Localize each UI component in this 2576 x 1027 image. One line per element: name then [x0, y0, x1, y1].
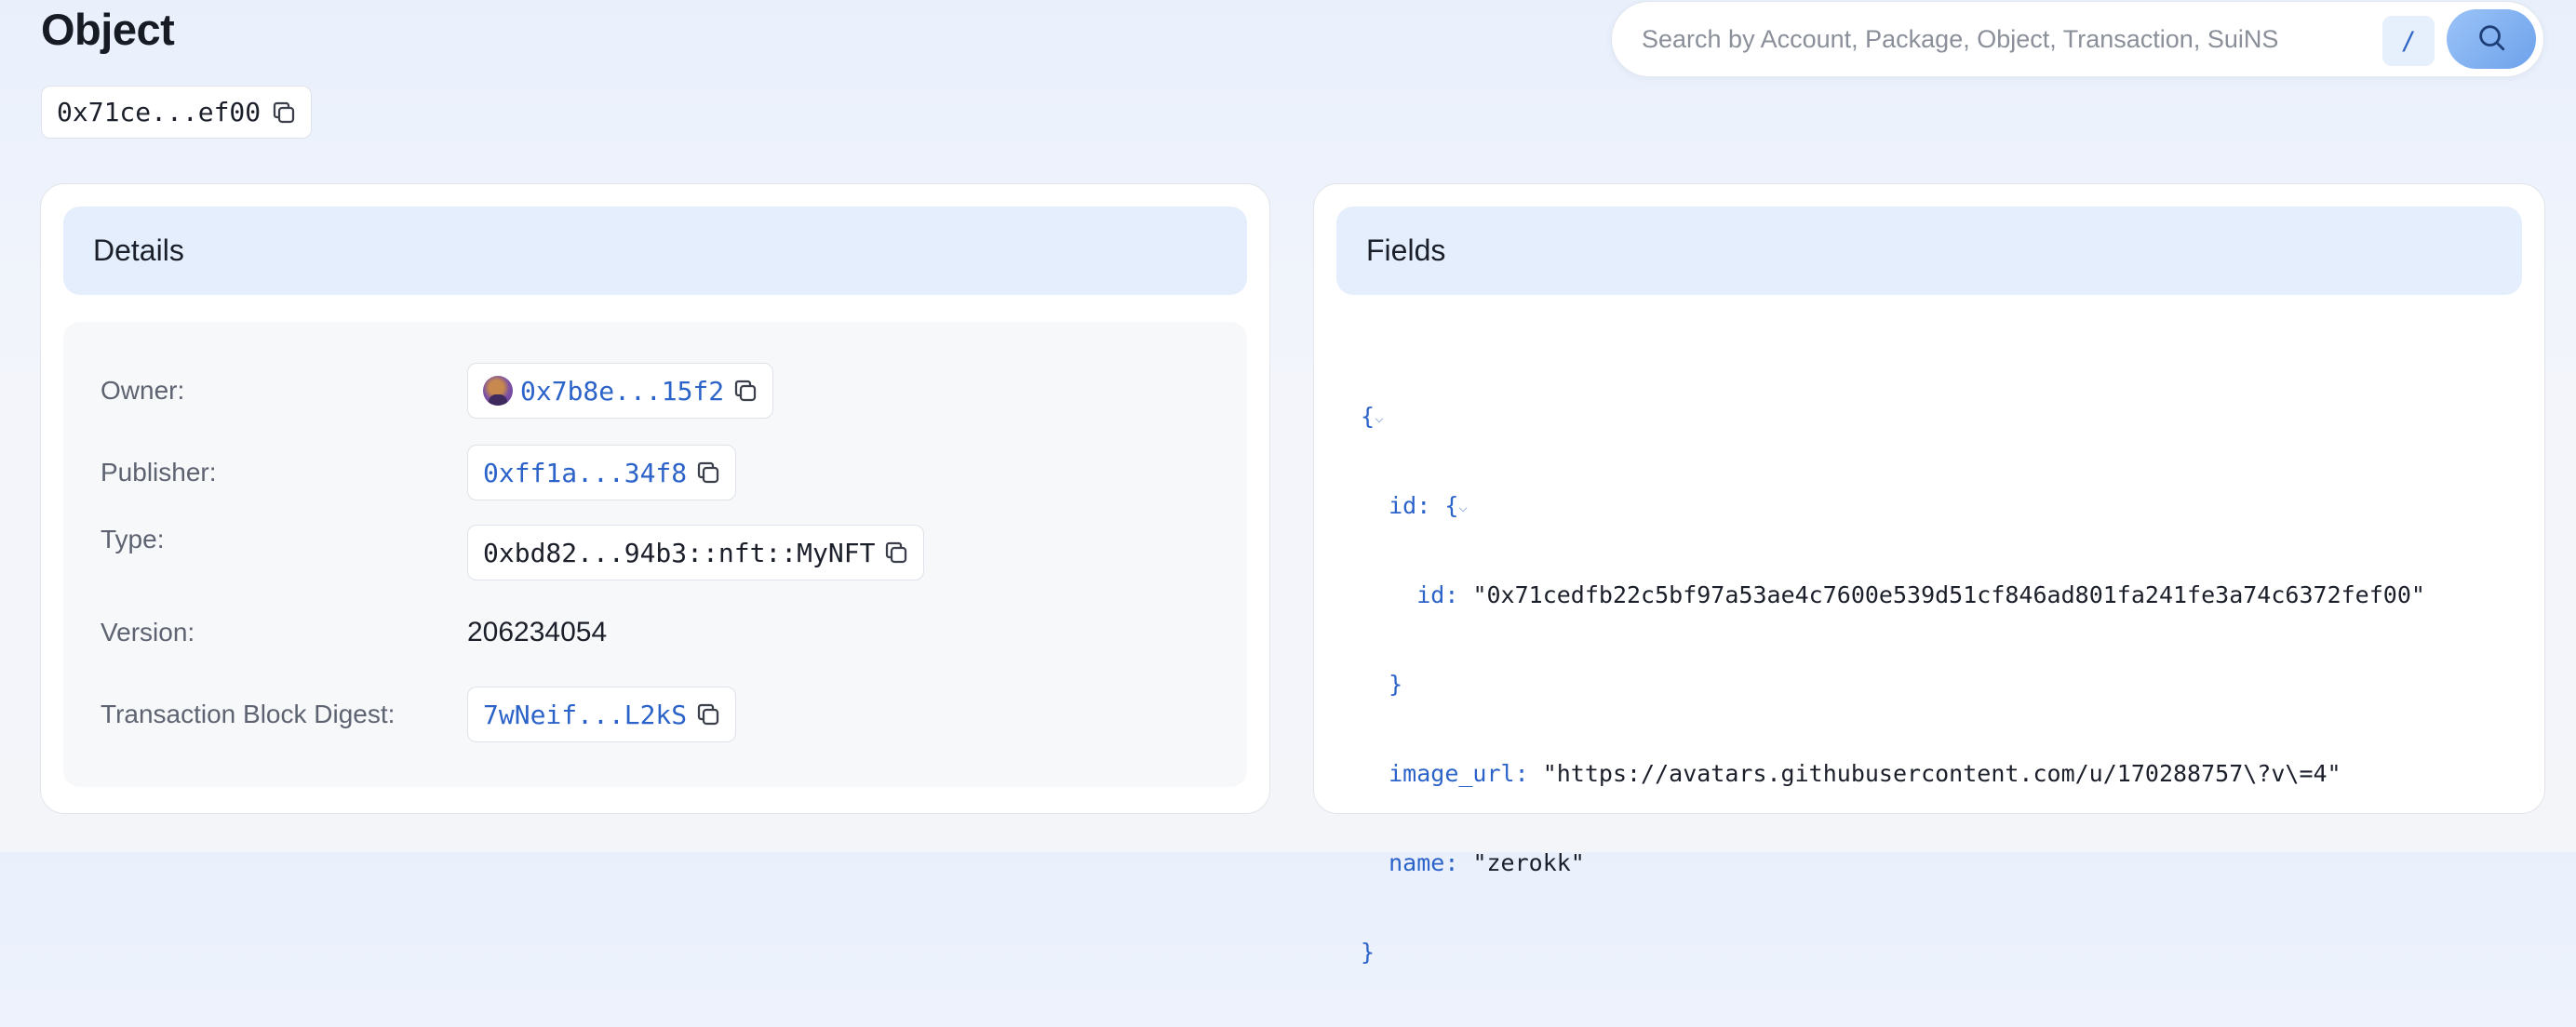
type-value: 0xbd82...94b3::nft::MyNFT: [483, 537, 876, 568]
copy-icon[interactable]: [694, 700, 722, 728]
digest-row: Transaction Block Digest: 7wNeif...L2kS: [63, 687, 1247, 742]
json-key-image-url: image_url: [1389, 760, 1515, 787]
json-value-inner-id: "0x71cedfb22c5bf97a53ae4c7600e539d51cf84…: [1472, 581, 2425, 608]
chevron-down-icon[interactable]: ⌵: [1458, 498, 1468, 515]
fields-header: Fields: [1336, 207, 2522, 295]
version-label: Version:: [101, 618, 195, 647]
digest-label: Transaction Block Digest:: [101, 700, 396, 728]
search-button[interactable]: [2447, 9, 2536, 69]
owner-avatar: [483, 376, 513, 406]
owner-row: Owner: 0x7b8e...15f2: [63, 363, 1247, 419]
json-key-id: id: [1389, 492, 1417, 519]
type-row: Type: 0xbd82...94b3::nft::MyNFT: [63, 525, 1247, 580]
json-key-inner-id: id: [1416, 581, 1445, 608]
publisher-row: Publisher: 0xff1a...34f8: [63, 445, 1247, 500]
copy-icon[interactable]: [882, 539, 910, 567]
publisher-link[interactable]: 0xff1a...34f8: [483, 458, 687, 488]
search-bar: /: [1611, 1, 2544, 77]
chevron-down-icon[interactable]: ⌵: [1375, 408, 1384, 426]
search-icon: [2475, 21, 2507, 58]
details-header: Details: [63, 207, 1247, 295]
json-id-close-brace: }: [1389, 671, 1403, 698]
publisher-label: Publisher:: [101, 458, 217, 487]
json-open-brace: {: [1361, 403, 1375, 430]
copy-icon[interactable]: [270, 99, 298, 127]
details-body: Owner: 0x7b8e...15f2 Publisher: 0xff1a..…: [63, 322, 1247, 787]
digest-chip: 7wNeif...L2kS: [467, 687, 737, 742]
copy-icon[interactable]: [731, 377, 759, 405]
json-value-image-url: "https://avatars.githubusercontent.com/u…: [1542, 760, 2341, 787]
details-card: Details Owner: 0x7b8e...15f2 Publisher: …: [40, 183, 1270, 814]
json-value-name: "zerokk": [1472, 849, 1585, 876]
object-id: 0x71ce...ef00: [57, 97, 262, 127]
digest-link[interactable]: 7wNeif...L2kS: [483, 700, 687, 730]
search-input[interactable]: [1642, 24, 2368, 54]
object-id-chip: 0x71ce...ef00: [41, 86, 313, 139]
json-id-open-brace: {: [1444, 492, 1459, 519]
owner-link[interactable]: 0x7b8e...15f2: [520, 376, 724, 407]
owner-label: Owner:: [101, 376, 185, 405]
publisher-chip: 0xff1a...34f8: [467, 445, 737, 500]
type-chip: 0xbd82...94b3::nft::MyNFT: [467, 525, 925, 580]
json-key-name: name: [1389, 849, 1445, 876]
page-title: Object: [41, 5, 175, 54]
fields-card: Fields {⌵ id: {⌵ id: "0x71cedfb22c5bf97a…: [1313, 183, 2545, 966]
owner-chip: 0x7b8e...15f2: [467, 363, 774, 419]
search-shortcut-key: /: [2382, 16, 2435, 66]
version-row: Version: 206234054: [63, 605, 1247, 660]
copy-icon[interactable]: [694, 459, 722, 487]
json-close-brace: }: [1361, 939, 1375, 966]
fields-json-viewer: {⌵ id: {⌵ id: "0x71cedfb22c5bf97a53ae4c7…: [1361, 403, 2425, 966]
type-label: Type:: [101, 525, 165, 554]
version-value: 206234054: [467, 617, 608, 647]
